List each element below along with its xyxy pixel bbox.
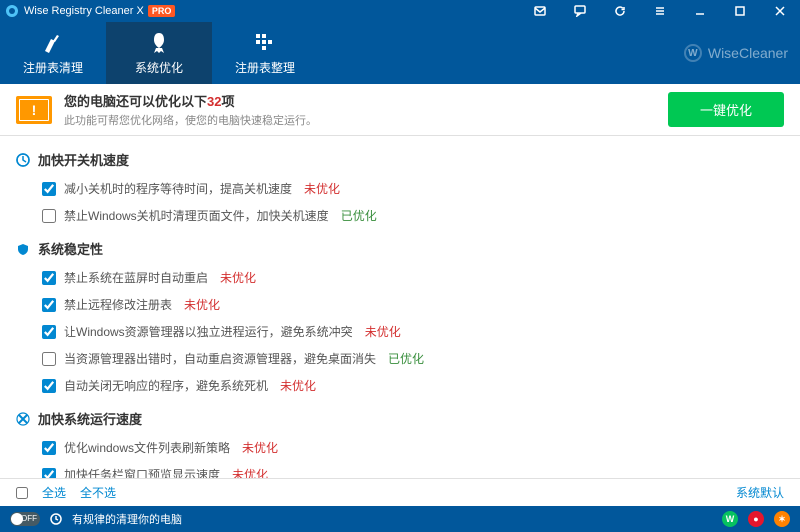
optimize-item: 当资源管理器出错时，自动重启资源管理器，避免桌面消失已优化 bbox=[0, 345, 800, 372]
optimize-item: 加快任务栏窗口预览显示速度未优化 bbox=[0, 461, 800, 478]
item-status: 未优化 bbox=[242, 439, 278, 456]
section-title: 加快开关机速度 bbox=[38, 150, 129, 169]
clock-icon bbox=[50, 513, 62, 525]
section-header: 加快开关机速度 bbox=[0, 144, 800, 175]
item-checkbox[interactable] bbox=[42, 325, 56, 339]
item-label: 减小关机时的程序等待时间，提高关机速度 bbox=[64, 180, 292, 197]
optimize-item: 优化windows文件列表刷新策略未优化 bbox=[0, 434, 800, 461]
item-label: 加快任务栏窗口预览显示速度 bbox=[64, 466, 220, 478]
select-all-link[interactable]: 全选 bbox=[42, 484, 66, 501]
select-none-link[interactable]: 全不选 bbox=[80, 484, 116, 501]
footer-status: OFF 有规律的清理你的电脑 W ● ✶ bbox=[0, 506, 800, 532]
item-status: 已优化 bbox=[341, 207, 377, 224]
banner-title: 您的电脑还可以优化以下32项 bbox=[64, 91, 317, 110]
tab-registry-clean[interactable]: 注册表清理 bbox=[0, 22, 106, 84]
mail-icon[interactable] bbox=[520, 0, 560, 22]
content-scroll[interactable]: 加快开关机速度减小关机时的程序等待时间，提高关机速度未优化禁止Windows关机… bbox=[0, 136, 800, 478]
header: 注册表清理 系统优化 注册表整理 W WiseCleaner bbox=[0, 22, 800, 84]
item-checkbox[interactable] bbox=[42, 182, 56, 196]
item-checkbox[interactable] bbox=[42, 441, 56, 455]
tab-label: 注册表清理 bbox=[23, 59, 83, 76]
close-button[interactable] bbox=[760, 0, 800, 22]
menu-icon[interactable] bbox=[640, 0, 680, 22]
brand-text: WiseCleaner bbox=[708, 45, 788, 61]
brand-logo-icon: W bbox=[684, 44, 702, 62]
item-label: 禁止系统在蓝屏时自动重启 bbox=[64, 269, 208, 286]
section-header: 系统稳定性 bbox=[0, 233, 800, 264]
optimize-item: 禁止系统在蓝屏时自动重启未优化 bbox=[0, 264, 800, 291]
item-status: 未优化 bbox=[220, 269, 256, 286]
wechat-icon[interactable]: W bbox=[722, 511, 738, 527]
pro-badge: PRO bbox=[148, 5, 176, 17]
footer-selection: 全选 全不选 系统默认 bbox=[0, 478, 800, 506]
share-icon[interactable]: ✶ bbox=[774, 511, 790, 527]
titlebar: Wise Registry Cleaner X PRO bbox=[0, 0, 800, 22]
item-label: 自动关闭无响应的程序，避免系统死机 bbox=[64, 377, 268, 394]
optimize-item: 让Windows资源管理器以独立进程运行，避免系统冲突未优化 bbox=[0, 318, 800, 345]
minimize-button[interactable] bbox=[680, 0, 720, 22]
section-icon bbox=[16, 242, 30, 256]
system-default-link[interactable]: 系统默认 bbox=[736, 484, 784, 501]
item-checkbox[interactable] bbox=[42, 271, 56, 285]
optimize-item: 减小关机时的程序等待时间，提高关机速度未优化 bbox=[0, 175, 800, 202]
item-label: 当资源管理器出错时，自动重启资源管理器，避免桌面消失 bbox=[64, 350, 376, 367]
warning-monitor-icon bbox=[16, 96, 52, 124]
optimize-item: 自动关闭无响应的程序，避免系统死机未优化 bbox=[0, 372, 800, 399]
item-checkbox[interactable] bbox=[42, 352, 56, 366]
item-label: 禁止远程修改注册表 bbox=[64, 296, 172, 313]
schedule-text: 有规律的清理你的电脑 bbox=[72, 511, 182, 527]
section-header: 加快系统运行速度 bbox=[0, 403, 800, 434]
item-checkbox[interactable] bbox=[42, 468, 56, 479]
app-icon bbox=[4, 3, 20, 19]
app-title: Wise Registry Cleaner X bbox=[24, 5, 144, 17]
section-icon bbox=[16, 153, 30, 167]
schedule-toggle[interactable]: OFF bbox=[10, 512, 40, 526]
item-label: 禁止Windows关机时清理页面文件，加快关机速度 bbox=[64, 207, 329, 224]
optimize-item: 禁止Windows关机时清理页面文件，加快关机速度已优化 bbox=[0, 202, 800, 229]
section-title: 加快系统运行速度 bbox=[38, 409, 142, 428]
tab-label: 注册表整理 bbox=[235, 59, 295, 76]
select-all-checkbox[interactable] bbox=[16, 487, 28, 499]
tab-label: 系统优化 bbox=[135, 59, 183, 76]
grid-icon bbox=[253, 31, 277, 55]
rocket-icon bbox=[147, 31, 171, 55]
maximize-button[interactable] bbox=[720, 0, 760, 22]
item-status: 已优化 bbox=[388, 350, 424, 367]
banner: 您的电脑还可以优化以下32项 此功能可帮您优化网络，使您的电脑快速稳定运行。 一… bbox=[0, 84, 800, 136]
item-status: 未优化 bbox=[304, 180, 340, 197]
item-status: 未优化 bbox=[365, 323, 401, 340]
item-checkbox[interactable] bbox=[42, 209, 56, 223]
brand: W WiseCleaner bbox=[684, 44, 788, 62]
feedback-icon[interactable] bbox=[560, 0, 600, 22]
tab-registry-defrag[interactable]: 注册表整理 bbox=[212, 22, 318, 84]
banner-desc: 此功能可帮您优化网络，使您的电脑快速稳定运行。 bbox=[64, 112, 317, 128]
item-status: 未优化 bbox=[232, 466, 268, 478]
item-label: 让Windows资源管理器以独立进程运行，避免系统冲突 bbox=[64, 323, 353, 340]
weibo-icon[interactable]: ● bbox=[748, 511, 764, 527]
refresh-icon[interactable] bbox=[600, 0, 640, 22]
item-checkbox[interactable] bbox=[42, 379, 56, 393]
brush-icon bbox=[41, 31, 65, 55]
item-status: 未优化 bbox=[280, 377, 316, 394]
tab-system-optimize[interactable]: 系统优化 bbox=[106, 22, 212, 84]
section-title: 系统稳定性 bbox=[38, 239, 103, 258]
item-status: 未优化 bbox=[184, 296, 220, 313]
item-label: 优化windows文件列表刷新策略 bbox=[64, 439, 230, 456]
section-icon bbox=[16, 412, 30, 426]
optimize-item: 禁止远程修改注册表未优化 bbox=[0, 291, 800, 318]
optimize-button[interactable]: 一键优化 bbox=[668, 92, 784, 127]
item-checkbox[interactable] bbox=[42, 298, 56, 312]
